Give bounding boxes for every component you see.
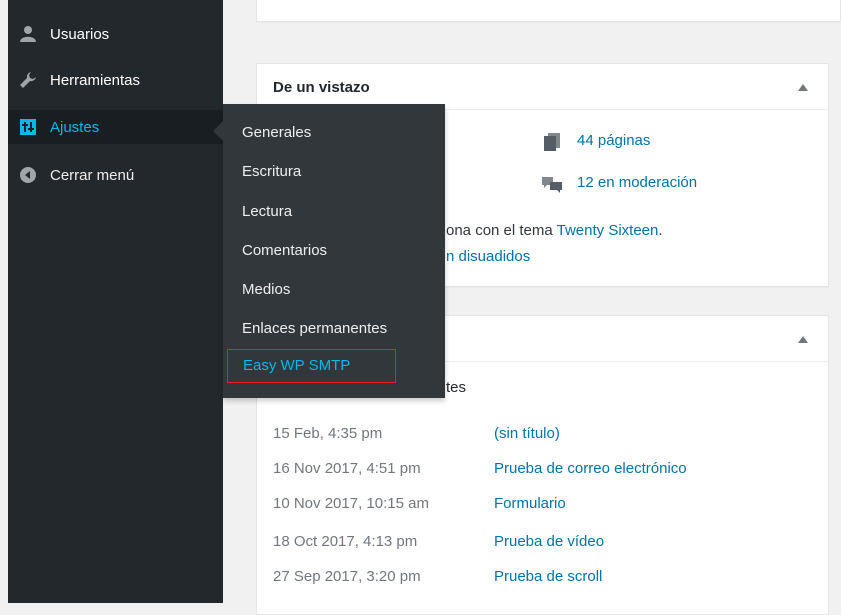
theme-info-text: ona con el tema	[446, 222, 557, 239]
pages-count-link[interactable]: 44 páginas	[577, 132, 650, 149]
sidebar-item-users[interactable]: Usuarios	[8, 17, 223, 51]
activity-date: 10 Nov 2017, 10:15 am	[273, 495, 429, 512]
submenu-item-discussion[interactable]: Comentarios	[242, 241, 327, 261]
activity-row: 15 Feb, 4:35 pm (sin título)	[273, 425, 560, 442]
admin-sidebar: Usuarios Herramientas Ajustes Cerrar men…	[8, 0, 223, 603]
activity-date: 16 Nov 2017, 4:51 pm	[273, 460, 421, 477]
theme-info: ona con el tema Twenty Sixteen.	[446, 222, 663, 239]
pages-icon	[544, 133, 560, 151]
submenu-item-reading[interactable]: Lectura	[242, 202, 292, 222]
submenu-item-general[interactable]: Generales	[242, 123, 311, 143]
activity-title-link[interactable]: Prueba de scroll	[494, 568, 602, 585]
top-widget	[256, 0, 841, 22]
users-icon	[18, 24, 38, 44]
activity-row: 10 Nov 2017, 10:15 am Formulario	[273, 495, 566, 512]
activity-section-heading: tes	[446, 379, 467, 396]
sidebar-item-tools[interactable]: Herramientas	[8, 63, 223, 97]
submenu-item-permalinks[interactable]: Enlaces permanentes	[242, 319, 387, 339]
collapse-arrow-icon[interactable]	[798, 84, 808, 91]
moderation-count-link[interactable]: 12 en moderación	[577, 174, 697, 191]
settings-icon	[18, 117, 38, 137]
activity-date: 15 Feb, 4:35 pm	[273, 425, 383, 442]
sidebar-item-settings[interactable]: Ajustes	[8, 110, 223, 144]
activity-date: 27 Sep 2017, 3:20 pm	[273, 568, 421, 585]
settings-submenu: Generales Escritura Lectura Comentarios …	[213, 104, 445, 398]
comments-icon	[542, 177, 562, 193]
collapse-arrow-icon[interactable]	[798, 336, 808, 343]
sidebar-item-label: Usuarios	[50, 25, 110, 43]
wrench-icon	[18, 70, 38, 90]
activity-title-link[interactable]: Prueba de vídeo	[494, 533, 604, 550]
sidebar-item-collapse[interactable]: Cerrar menú	[8, 158, 223, 192]
sidebar-item-label: Ajustes	[50, 118, 100, 136]
activity-title-link[interactable]: Prueba de correo electrónico	[494, 460, 687, 477]
activity-title-link[interactable]: Formulario	[494, 495, 566, 512]
theme-link[interactable]: Twenty Sixteen	[557, 222, 659, 239]
sidebar-item-label: Cerrar menú	[50, 166, 135, 184]
submenu-item-writing[interactable]: Escritura	[242, 162, 301, 182]
activity-row: 16 Nov 2017, 4:51 pm Prueba de correo ele…	[273, 460, 687, 477]
activity-row: 18 Oct 2017, 4:13 pm Prueba de vídeo	[273, 533, 604, 550]
sidebar-item-label: Herramientas	[50, 71, 141, 89]
activity-row: 27 Sep 2017, 3:20 pm Prueba de scroll	[273, 568, 602, 585]
submenu-pointer	[213, 121, 223, 141]
activity-date: 18 Oct 2017, 4:13 pm	[273, 533, 418, 550]
submenu-item-media[interactable]: Medios	[242, 280, 290, 300]
submenu-item-easy-wp-smtp[interactable]: Easy WP SMTP	[227, 349, 396, 383]
collapse-icon	[18, 165, 38, 185]
theme-info-period: .	[658, 222, 663, 239]
search-engines-discouraged-link[interactable]: n disuadidos	[446, 248, 530, 265]
activity-title-link[interactable]: (sin título)	[494, 425, 560, 442]
